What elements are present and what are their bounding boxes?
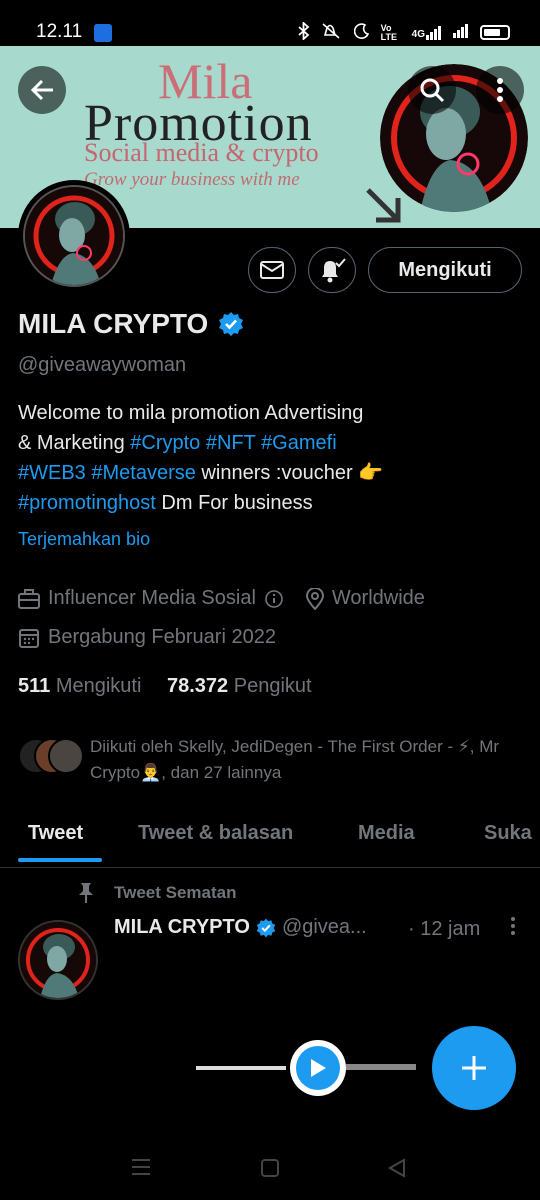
- banner-subtitle: Social media & crypto: [84, 138, 319, 167]
- notifications-button[interactable]: [308, 247, 356, 293]
- hashtag-link[interactable]: #Crypto: [130, 432, 200, 454]
- tweet-author-name[interactable]: MILA CRYPTO: [114, 916, 250, 939]
- battery-icon: [480, 25, 510, 40]
- hashtag-link[interactable]: #Metaverse: [91, 462, 196, 484]
- pinned-indicator: Tweet Sematan: [78, 882, 237, 904]
- bio-text: winners :voucher 👉: [195, 462, 384, 484]
- search-icon: [420, 78, 445, 103]
- bell-check-icon: [322, 258, 346, 283]
- tab-tweet[interactable]: Tweet: [28, 822, 83, 845]
- profile-stats: 511 Mengikuti 78.372 Pengikut: [18, 675, 312, 698]
- verified-badge-icon: [256, 918, 276, 937]
- avatar-image: [23, 185, 125, 287]
- followed-by-text: Diikuti oleh Skelly, JediDegen - The Fir…: [90, 737, 500, 782]
- profile-joined: Bergabung Februari 2022: [48, 626, 276, 648]
- profile-category: Influencer Media Sosial: [48, 587, 256, 609]
- following-label: Mengikuti: [55, 675, 142, 697]
- signal-bars-icon: [453, 24, 469, 41]
- banner-arrow-icon: [366, 188, 401, 223]
- profile-name-row: MILA CRYPTO: [18, 308, 244, 340]
- tab-media[interactable]: Media: [358, 822, 415, 845]
- hashtag-link[interactable]: #promotinghost: [18, 492, 156, 514]
- system-navigation-bar: [0, 1130, 540, 1200]
- profile-avatar[interactable]: [18, 180, 130, 292]
- volte-icon: Vo LTE: [380, 22, 397, 42]
- bio-line1: Welcome to mila promotion Advertising: [18, 402, 364, 424]
- status-icons: Vo LTE 4G: [298, 20, 510, 43]
- hashtag-link[interactable]: #WEB3: [18, 462, 86, 484]
- tweet-header: MILA CRYPTO @givea... · 12 jam: [114, 916, 524, 942]
- play-icon: [311, 1059, 326, 1077]
- active-tab-indicator: [18, 858, 102, 862]
- back-triangle-icon[interactable]: [386, 1157, 408, 1179]
- tweet-author-handle: @givea...: [281, 916, 367, 938]
- tweet-author-avatar[interactable]: [18, 920, 98, 1000]
- profile-handle: @giveawaywoman: [18, 354, 187, 376]
- tweet-time: · 12 jam: [408, 918, 481, 940]
- play-circle: [296, 1046, 340, 1090]
- video-play-button[interactable]: [290, 1040, 346, 1096]
- followers-stat[interactable]: 78.372 Pengikut: [167, 675, 312, 697]
- back-button[interactable]: [18, 66, 66, 114]
- plus-icon: [462, 1056, 486, 1080]
- banner-tagline: Grow your business with me: [84, 169, 300, 190]
- bluetooth-icon: [298, 20, 310, 43]
- android-app-icon: [94, 24, 112, 42]
- followed-by-row[interactable]: Diikuti oleh Skelly, JediDegen - The Fir…: [18, 734, 528, 786]
- following-count: 511: [18, 675, 51, 697]
- mute-icon: [321, 22, 343, 43]
- network-type-text: 4G: [411, 28, 425, 40]
- hashtag-link[interactable]: #NFT: [206, 432, 256, 454]
- following-stat[interactable]: 511 Mengikuti: [18, 675, 141, 697]
- home-square-icon[interactable]: [260, 1158, 280, 1178]
- signal-4g-icon: 4G: [411, 25, 442, 40]
- tweet-more-button[interactable]: [510, 916, 516, 942]
- profile-location: Worldwide: [331, 587, 425, 609]
- translate-bio-link[interactable]: Terjemahkan bio: [18, 529, 150, 550]
- verified-badge-icon: [219, 312, 244, 336]
- envelope-icon: [260, 261, 284, 279]
- avatar: [48, 738, 84, 774]
- back-arrow-icon: [30, 79, 53, 101]
- followers-label: Pengikut: [233, 675, 312, 697]
- pin-icon: [79, 883, 93, 903]
- hashtag-link[interactable]: #Gamefi: [261, 432, 337, 454]
- calendar-icon: [19, 628, 39, 648]
- location-pin-icon: [305, 587, 324, 610]
- followers-count: 78.372: [167, 675, 229, 697]
- bio-text: & Marketing: [18, 432, 131, 454]
- profile-name: MILA CRYPTO: [18, 308, 209, 339]
- tab-likes[interactable]: Suka: [484, 822, 532, 845]
- more-vertical-icon: [511, 917, 515, 935]
- more-vertical-icon: [497, 78, 503, 102]
- profile-meta-row: Influencer Media Sosial Worldwide: [18, 587, 425, 610]
- profile-joined-row: Bergabung Februari 2022: [18, 626, 276, 649]
- more-button[interactable]: [476, 66, 524, 114]
- profile-bio: Welcome to mila promotion Advertising & …: [18, 398, 518, 518]
- compose-tweet-button[interactable]: [432, 1026, 516, 1110]
- moon-icon: [353, 23, 370, 42]
- search-button[interactable]: [408, 66, 456, 114]
- status-bar: 12.11 Vo LTE 4G: [0, 0, 540, 46]
- recents-menu-icon[interactable]: [130, 1158, 152, 1176]
- pinned-label: Tweet Sematan: [114, 883, 237, 902]
- briefcase-icon: [18, 588, 40, 609]
- info-icon[interactable]: [264, 589, 284, 609]
- following-button[interactable]: Mengikuti: [368, 247, 522, 293]
- message-button[interactable]: [248, 247, 296, 293]
- followed-by-avatars: [18, 734, 86, 778]
- tab-tweet-replies[interactable]: Tweet & balasan: [138, 822, 293, 845]
- status-time: 12.11: [36, 21, 83, 42]
- bio-text: Dm For business: [155, 492, 313, 514]
